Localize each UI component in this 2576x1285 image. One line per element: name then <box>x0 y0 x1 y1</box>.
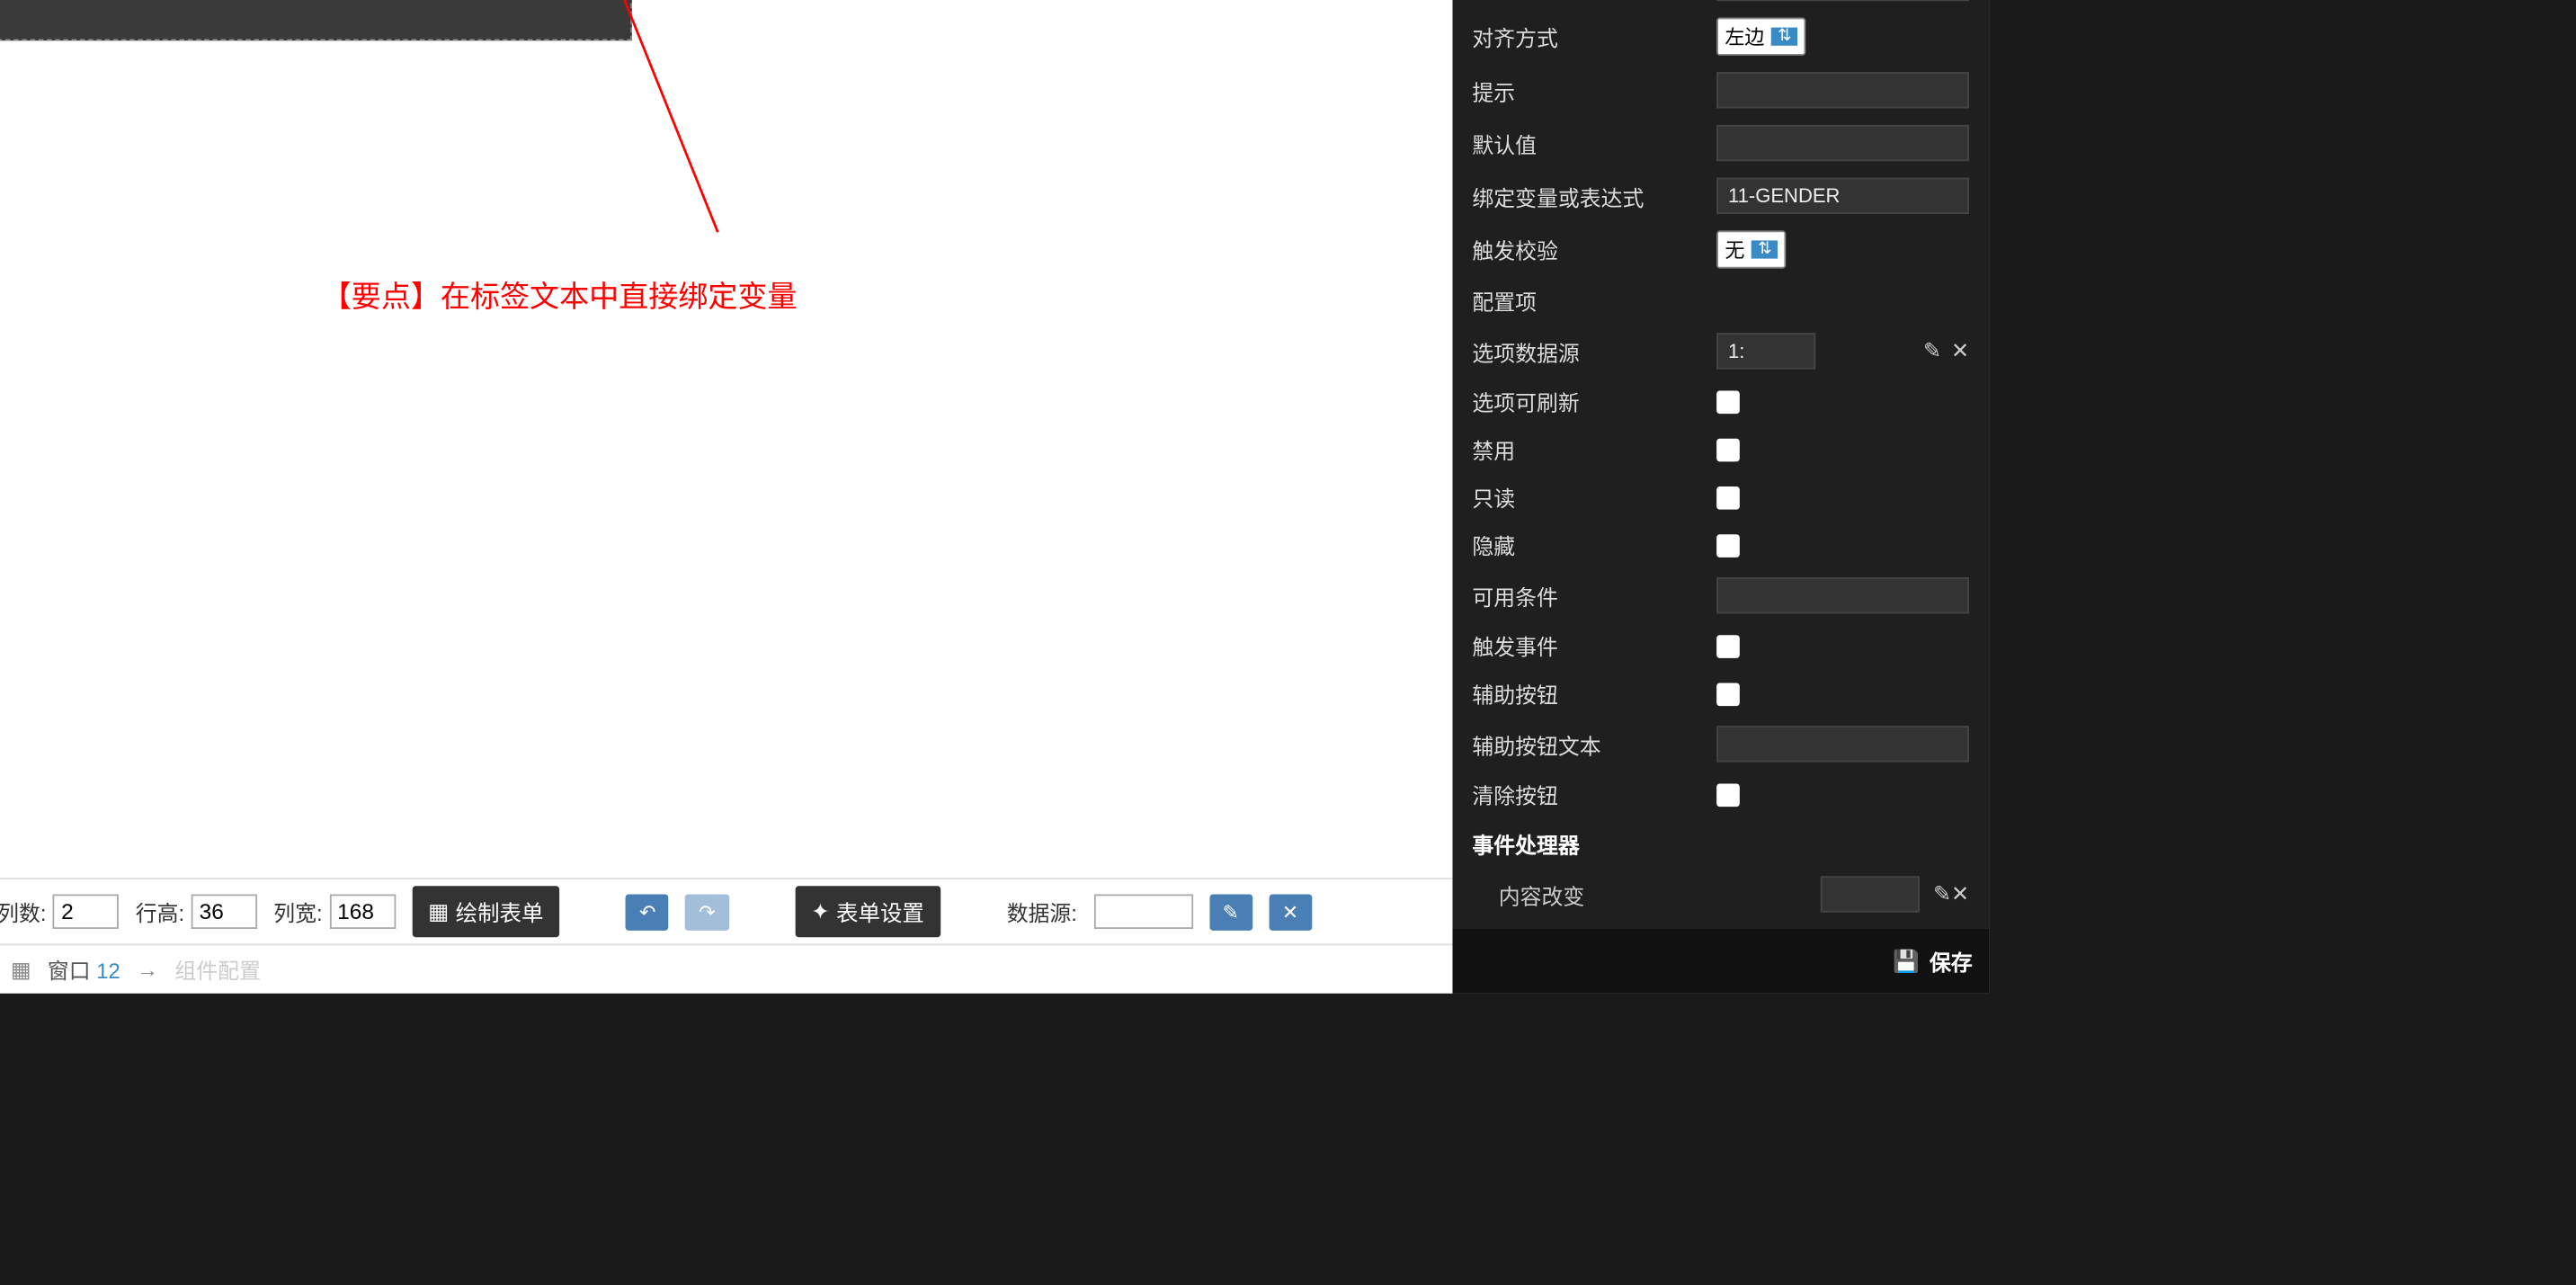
prop-evt-label: 触发事件 <box>1472 630 1703 662</box>
rowh-label: 行高: <box>136 896 184 927</box>
delete-icon[interactable]: ✕ <box>1951 338 1969 364</box>
prop-fmt-input[interactable] <box>1716 0 1969 1</box>
prop-default-input[interactable] <box>1716 125 1969 161</box>
prop-auxt-input[interactable] <box>1716 726 1969 762</box>
draw-form-button[interactable]: ▦ 绘制表单 <box>412 886 560 937</box>
prop-trig-select[interactable]: 无⇅ <box>1716 230 1787 268</box>
ds-label: 数据源: <box>1007 896 1077 927</box>
delete-icon[interactable]: ✕ <box>1951 881 1969 906</box>
prop-refresh-label: 选项可刷新 <box>1472 386 1703 417</box>
prop-readonly-label: 只读 <box>1472 481 1703 513</box>
prop-auxt-label: 辅助按钮文本 <box>1472 728 1703 760</box>
prop-evt-checkbox[interactable] <box>1716 634 1740 657</box>
edit-icon[interactable]: ✎ <box>1933 881 1951 906</box>
save-button[interactable]: 💾 保存 <box>1452 929 1989 994</box>
ds-input[interactable] <box>1093 894 1192 929</box>
prop-clear-checkbox[interactable] <box>1716 783 1740 807</box>
cols-label: 列数: <box>0 896 47 927</box>
colw-label: 列宽: <box>273 896 322 927</box>
prop-cfg-label: 配置项 <box>1472 285 1703 317</box>
prop-clear-label: 清除按钮 <box>1472 779 1703 810</box>
prop-hidden-label: 隐藏 <box>1472 530 1703 561</box>
prop-disable-checkbox[interactable] <box>1716 438 1740 461</box>
event-handlers-label: 事件处理器 <box>1452 818 1989 870</box>
prop-aux-checkbox[interactable] <box>1716 683 1740 706</box>
prop-cond-label: 可用条件 <box>1472 580 1703 611</box>
prop-align-label: 对齐方式 <box>1472 21 1703 52</box>
rowh-input[interactable] <box>191 894 256 929</box>
main-area: 姓名：@11-NAME@ ⛶ ▼ 学号：@11-STUDENT_NO@ 【要点】… <box>0 0 1452 994</box>
prop-align-select[interactable]: 左边⇅ <box>1716 18 1806 56</box>
prop-bind-input[interactable] <box>1716 178 1969 214</box>
prop-hint-label: 提示 <box>1472 75 1703 106</box>
prop-hint-input[interactable] <box>1716 72 1969 108</box>
form-toolbar: 行数: 列数: 行高: 列宽: ▦ 绘制表单 ↶ ↷ ✦ 表单设置 数据源: ✎… <box>0 878 1452 943</box>
redo-button[interactable]: ↷ <box>686 894 729 930</box>
event-change-input[interactable] <box>1821 876 1920 912</box>
prop-bind-label: 绑定变量或表达式 <box>1472 180 1703 211</box>
undo-button[interactable]: ↶ <box>626 894 669 930</box>
ds-edit-button[interactable]: ✎ <box>1209 894 1252 930</box>
breadcrumb: ← 返回流程图 ▦ 窗口 12 → 组件配置 <box>0 944 1452 994</box>
prop-trig-label: 触发校验 <box>1472 234 1703 265</box>
colw-input[interactable] <box>329 894 395 929</box>
annotation-note: 【要点】在标签文本中直接绑定变量 <box>322 273 798 317</box>
cols-input[interactable] <box>53 894 119 929</box>
prop-optds-input[interactable] <box>1716 333 1815 369</box>
form-canvas[interactable]: 姓名：@11-NAME@ ⛶ ▼ 学号：@11-STUDENT_NO@ 【要点】… <box>0 0 1452 878</box>
form-settings-button[interactable]: ✦ 表单设置 <box>795 886 940 937</box>
ds-clear-button[interactable]: ✕ <box>1269 894 1312 930</box>
edit-icon[interactable]: ✎ <box>1923 338 1941 364</box>
prop-optds-label: 选项数据源 <box>1472 335 1703 367</box>
properties-panel: 📌 输入域设置 gender 类型select 数据类型字符串⇅ 数据格式化 对… <box>1452 0 1989 994</box>
crumb-config: 组件配置 <box>174 954 261 986</box>
prop-disable-label: 禁用 <box>1472 433 1703 465</box>
prop-default-label: 默认值 <box>1472 128 1703 159</box>
prop-readonly-checkbox[interactable] <box>1716 486 1740 509</box>
prop-refresh-checkbox[interactable] <box>1716 390 1740 414</box>
prop-hidden-checkbox[interactable] <box>1716 533 1740 557</box>
prop-aux-label: 辅助按钮 <box>1472 678 1703 709</box>
event-change-label: 内容改变 <box>1499 879 1585 910</box>
annotation-arrow <box>0 0 833 315</box>
crumb-window[interactable]: 窗口 12 <box>48 954 120 986</box>
prop-cond-input[interactable] <box>1716 577 1969 613</box>
